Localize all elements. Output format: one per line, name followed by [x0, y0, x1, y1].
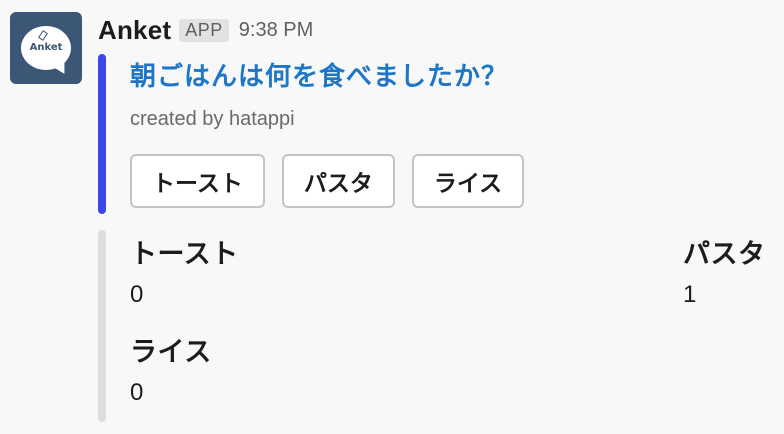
avatar-logo-text: Anket: [29, 42, 63, 53]
message: Anket Anket APP 9:38 PM 朝ごはんは何を食べましたか？ c…: [0, 0, 784, 434]
app-badge: APP: [179, 18, 229, 42]
result-field-value: 0: [130, 379, 144, 406]
app-avatar[interactable]: Anket: [10, 12, 82, 84]
result-field-value: 0: [130, 281, 144, 308]
created-by-text: created by hatappi: [130, 108, 295, 130]
result-field-title: パスタ: [683, 239, 766, 269]
result-field-title: トースト: [130, 239, 239, 269]
vote-button-toast[interactable]: トースト: [130, 154, 265, 208]
message-header: Anket APP 9:38 PM: [98, 12, 313, 48]
vote-button-pasta[interactable]: パスタ: [281, 154, 395, 208]
app-name[interactable]: Anket: [98, 15, 171, 46]
result-field-pasta: パスタ 1: [683, 232, 766, 309]
vote-buttons: トースト パスタ ライス: [130, 154, 525, 208]
message-timestamp[interactable]: 9:38 PM: [239, 19, 313, 42]
vote-button-rice[interactable]: ライス: [411, 154, 525, 208]
result-field-title: ライス: [130, 337, 212, 367]
question-title[interactable]: 朝ごはんは何を食べましたか？: [130, 56, 508, 93]
result-field-toast: トースト 0: [130, 232, 239, 309]
attachment-accent-bar: [98, 54, 106, 214]
result-field-rice: ライス 0: [130, 330, 212, 407]
results-accent-bar: [98, 230, 106, 422]
result-field-value: 1: [683, 281, 697, 308]
